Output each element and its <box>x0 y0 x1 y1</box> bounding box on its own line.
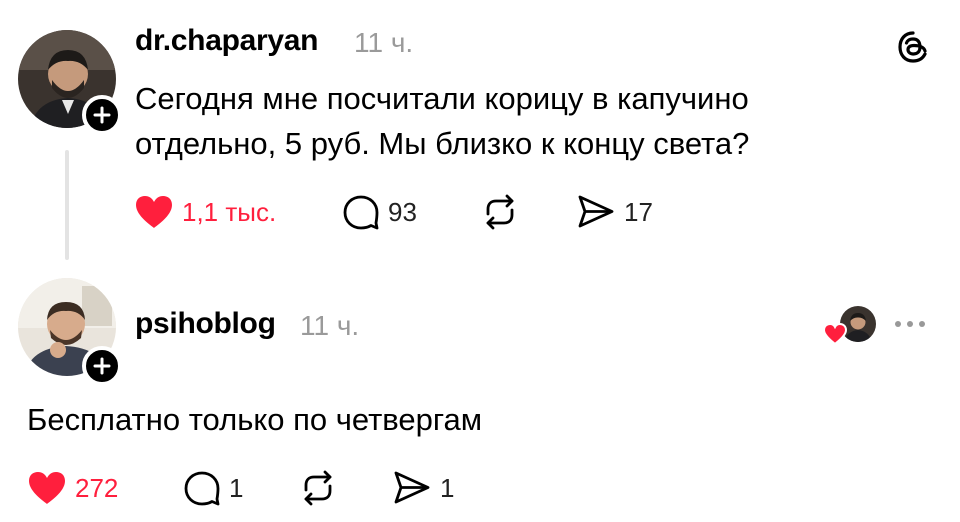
share-count: 17 <box>624 196 653 227</box>
heart-badge-icon <box>822 322 848 351</box>
dot <box>895 321 901 327</box>
comment-bubble-icon <box>184 471 220 506</box>
heart-filled-icon <box>136 196 172 228</box>
reply-like-button[interactable]: 272 <box>27 470 118 506</box>
post-text-line-1: Сегодня мне посчитали корицу в капучино <box>135 81 749 116</box>
post-text-line-2: отдельно, 5 руб. Мы близко к концу света… <box>135 126 750 161</box>
send-icon <box>394 471 430 504</box>
repost-button[interactable] <box>480 194 520 230</box>
post-timestamp: 11 ч. <box>354 27 414 58</box>
follow-plus-button[interactable] <box>82 95 122 135</box>
reply-count: 93 <box>388 196 417 227</box>
heart-filled-icon <box>29 472 65 504</box>
reply-share-count: 1 <box>440 472 455 503</box>
dot <box>907 321 913 327</box>
dot <box>919 321 925 327</box>
author-username[interactable]: dr.chaparyan <box>135 24 318 58</box>
reply-repost-button[interactable] <box>298 470 338 506</box>
reply-text: Бесплатно только по четвергам <box>27 402 483 437</box>
repost-icon <box>486 194 514 230</box>
share-button[interactable]: 17 <box>576 194 653 230</box>
reply-button[interactable]: 93 <box>342 194 417 230</box>
reply-reply-button[interactable]: 1 <box>183 470 243 506</box>
plus-icon <box>93 357 111 375</box>
like-button[interactable]: 1,1 тыс. <box>134 194 276 230</box>
thread-connector-line <box>65 150 69 260</box>
comment-bubble-icon <box>343 195 379 230</box>
reply-username[interactable]: psihoblog <box>135 307 276 341</box>
reply-reply-count: 1 <box>229 472 244 503</box>
threads-logo-icon[interactable] <box>896 30 930 69</box>
like-count: 1,1 тыс. <box>182 196 277 227</box>
repost-icon <box>304 470 332 506</box>
plus-icon <box>93 106 111 124</box>
send-icon <box>578 195 614 228</box>
follow-plus-button[interactable] <box>82 346 122 386</box>
more-options-button[interactable] <box>895 321 925 327</box>
reply-timestamp: 11 ч. <box>300 310 360 341</box>
reply-share-button[interactable]: 1 <box>392 470 454 506</box>
reply-like-count: 272 <box>75 472 119 503</box>
